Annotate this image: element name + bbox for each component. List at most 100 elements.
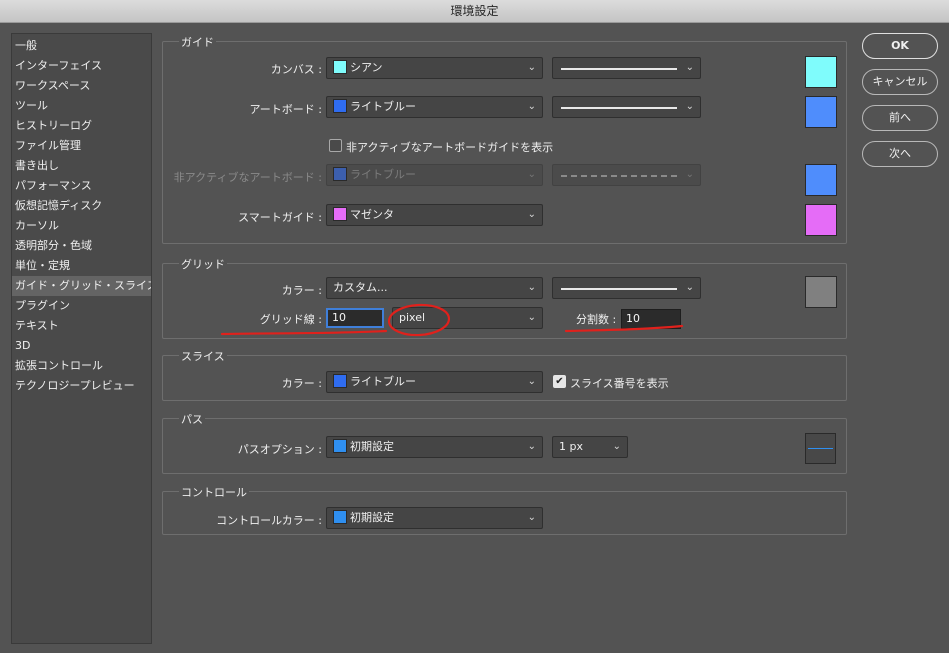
sidebar-item-workspace[interactable]: ワークスペース bbox=[12, 76, 151, 96]
path-preview-swatch bbox=[805, 433, 836, 464]
slice-color-value: ライトブルー bbox=[350, 375, 416, 388]
chevron-down-icon: ⌄ bbox=[612, 441, 621, 452]
sidebar-item-guides-grid-slices[interactable]: ガイド・グリッド・スライス bbox=[12, 276, 151, 296]
previous-button[interactable]: 前へ bbox=[862, 105, 938, 131]
chevron-down-icon: ⌄ bbox=[527, 62, 536, 73]
canvas-label: カンバス : bbox=[270, 63, 322, 76]
grid-color-select[interactable]: カスタム... ⌄ bbox=[326, 277, 543, 299]
inactive-artboard-color-value: ライトブルー bbox=[350, 168, 416, 181]
inactive-artboard-guides-label: 非アクティブなアートボードガイドを表示 bbox=[346, 141, 554, 154]
inactive-artboard-color-select: ライトブルー ⌄ bbox=[326, 164, 543, 186]
path-options-color-value: 初期設定 bbox=[350, 440, 394, 453]
gridline-unit-value: pixel bbox=[399, 311, 426, 324]
chevron-down-icon: ⌄ bbox=[527, 101, 536, 112]
grid-color-swatch[interactable] bbox=[805, 276, 837, 308]
inactive-artboard-label: 非アクティブなアートボード : bbox=[173, 171, 322, 184]
solid-line-icon bbox=[561, 107, 677, 109]
control-color-value: 初期設定 bbox=[350, 511, 394, 524]
sidebar-item-interface[interactable]: インターフェイス bbox=[12, 56, 151, 76]
sidebar-item-performance[interactable]: パフォーマンス bbox=[12, 176, 151, 196]
chevron-down-icon: ⌄ bbox=[527, 282, 536, 293]
sidebar-item-units-rulers[interactable]: 単位・定規 bbox=[12, 256, 151, 276]
checkmark-icon: ✔ bbox=[555, 376, 564, 387]
chevron-down-icon: ⌄ bbox=[527, 376, 536, 387]
smart-guides-color-value: マゼンタ bbox=[350, 208, 394, 221]
subdivisions-label: 分割数 : bbox=[576, 313, 617, 326]
slice-color-label: カラー : bbox=[281, 377, 322, 390]
slice-color-select[interactable]: ライトブルー ⌄ bbox=[326, 371, 543, 393]
path-options-label: パスオプション : bbox=[237, 443, 322, 456]
control-color-select[interactable]: 初期設定 ⌄ bbox=[326, 507, 543, 529]
gridline-every-label: グリッド線 : bbox=[259, 313, 322, 326]
grid-line-style-select[interactable]: ⌄ bbox=[552, 277, 701, 299]
sidebar-item-history-log[interactable]: ヒストリーログ bbox=[12, 116, 151, 136]
chevron-down-icon: ⌄ bbox=[685, 169, 694, 180]
canvas-line-style-select[interactable]: ⌄ bbox=[552, 57, 701, 79]
canvas-color-swatch[interactable] bbox=[805, 56, 837, 88]
canvas-color-chip bbox=[333, 60, 347, 74]
show-slice-numbers-checkbox[interactable]: ✔ bbox=[553, 375, 566, 388]
path-width-value: 1 px bbox=[559, 440, 583, 453]
artboard-line-style-select[interactable]: ⌄ bbox=[552, 96, 701, 118]
chevron-down-icon: ⌄ bbox=[527, 209, 536, 220]
inactive-artboard-line-style-select: ⌄ bbox=[552, 164, 701, 186]
artboard-label: アートボード : bbox=[249, 103, 322, 116]
window-title: 環境設定 bbox=[450, 4, 499, 18]
control-color-chip bbox=[333, 510, 347, 524]
path-options-color-select[interactable]: 初期設定 ⌄ bbox=[326, 436, 543, 458]
paths-group-title: パス bbox=[179, 411, 205, 427]
gridline-every-input[interactable]: 10 bbox=[326, 308, 384, 328]
inactive-artboard-color-chip bbox=[333, 167, 347, 181]
chevron-down-icon: ⌄ bbox=[527, 512, 536, 523]
inactive-artboard-guides-checkbox[interactable] bbox=[329, 139, 342, 152]
inactive-artboard-color-swatch[interactable] bbox=[805, 164, 837, 196]
chevron-down-icon: ⌄ bbox=[527, 312, 536, 323]
gridline-unit-select[interactable]: pixel ⌄ bbox=[392, 307, 543, 329]
artboard-color-swatch[interactable] bbox=[805, 96, 837, 128]
chevron-down-icon: ⌄ bbox=[527, 441, 536, 452]
sidebar-item-file-handling[interactable]: ファイル管理 bbox=[12, 136, 151, 156]
slices-group-title: スライス bbox=[179, 348, 227, 364]
solid-line-icon bbox=[561, 288, 677, 290]
sidebar-item-enhanced-controls[interactable]: 拡張コントロール bbox=[12, 356, 151, 376]
chevron-down-icon: ⌄ bbox=[527, 169, 536, 180]
smart-guides-color-select[interactable]: マゼンタ ⌄ bbox=[326, 204, 543, 226]
sidebar-item-general[interactable]: 一般 bbox=[12, 36, 151, 56]
smart-guides-color-chip bbox=[333, 207, 347, 221]
artboard-color-select[interactable]: ライトブルー ⌄ bbox=[326, 96, 543, 118]
artboard-color-chip bbox=[333, 99, 347, 113]
sidebar-item-type[interactable]: テキスト bbox=[12, 316, 151, 336]
sidebar-item-export[interactable]: 書き出し bbox=[12, 156, 151, 176]
sidebar-item-scratch-disks[interactable]: 仮想記憶ディスク bbox=[12, 196, 151, 216]
sidebar-item-tools[interactable]: ツール bbox=[12, 96, 151, 116]
sidebar-item-technology-previews[interactable]: テクノロジープレビュー bbox=[12, 376, 151, 396]
chevron-down-icon: ⌄ bbox=[685, 282, 694, 293]
subdivisions-input[interactable]: 10 bbox=[621, 309, 681, 329]
sidebar: 一般 インターフェイス ワークスペース ツール ヒストリーログ ファイル管理 書… bbox=[11, 33, 152, 644]
dashed-line-icon bbox=[561, 175, 677, 177]
canvas-color-select[interactable]: シアン ⌄ bbox=[326, 57, 543, 79]
next-button[interactable]: 次へ bbox=[862, 141, 938, 167]
grid-color-value: カスタム... bbox=[333, 281, 388, 294]
solid-line-icon bbox=[561, 68, 677, 70]
grid-group-title: グリッド bbox=[179, 256, 227, 272]
sidebar-item-cursors[interactable]: カーソル bbox=[12, 216, 151, 236]
artboard-color-value: ライトブルー bbox=[350, 100, 416, 113]
cancel-button[interactable]: キャンセル bbox=[862, 69, 938, 95]
path-width-select[interactable]: 1 px ⌄ bbox=[552, 436, 628, 458]
sidebar-item-3d[interactable]: 3D bbox=[12, 336, 151, 356]
ok-button[interactable]: OK bbox=[862, 33, 938, 59]
window-titlebar: 環境設定 bbox=[0, 0, 949, 23]
path-options-color-chip bbox=[333, 439, 347, 453]
smart-guides-label: スマートガイド : bbox=[238, 211, 322, 224]
slice-color-chip bbox=[333, 374, 347, 388]
guides-group-title: ガイド bbox=[179, 34, 216, 50]
chevron-down-icon: ⌄ bbox=[685, 62, 694, 73]
chevron-down-icon: ⌄ bbox=[685, 101, 694, 112]
smart-guides-color-swatch[interactable] bbox=[805, 204, 837, 236]
sidebar-item-transparency-gamut[interactable]: 透明部分・色域 bbox=[12, 236, 151, 256]
controls-group-title: コントロール bbox=[179, 484, 249, 500]
grid-color-label: カラー : bbox=[281, 284, 322, 297]
sidebar-item-plugins[interactable]: プラグイン bbox=[12, 296, 151, 316]
control-color-label: コントロールカラー : bbox=[216, 514, 322, 527]
